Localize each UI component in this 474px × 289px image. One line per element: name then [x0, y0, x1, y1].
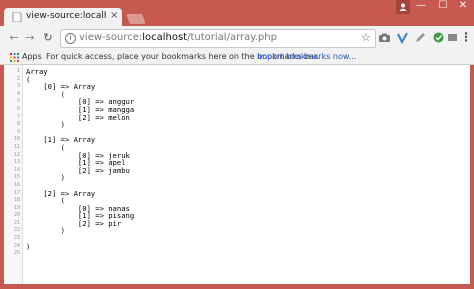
extension-v-icon[interactable]	[396, 31, 409, 44]
line-number: 24	[13, 242, 20, 249]
line-code: )	[26, 241, 31, 251]
line-number: 17	[13, 189, 20, 196]
source-line: 15 )	[4, 174, 470, 182]
line-number: 3	[16, 83, 20, 90]
url-host: localhost	[142, 32, 188, 43]
extension-grey-icon[interactable]	[446, 31, 459, 44]
close-window-button[interactable]: ✕	[452, 0, 474, 14]
source-line: 14 [2] => jambu	[4, 167, 470, 175]
line-number: 21	[13, 219, 20, 226]
new-tab-button[interactable]	[126, 14, 146, 24]
line-number: 22	[13, 227, 20, 234]
info-icon[interactable]: i	[65, 33, 76, 44]
minimize-button[interactable]: —	[410, 0, 432, 14]
line-number: 14	[13, 166, 20, 173]
user-profile-button[interactable]	[396, 0, 410, 14]
line-number: 11	[13, 143, 20, 150]
line-code: )	[26, 226, 65, 236]
back-button[interactable]: ←	[8, 32, 20, 44]
apps-grid-icon[interactable]	[10, 53, 19, 62]
tab-strip: view-source:localhost/tu × — ☐ ✕	[0, 0, 474, 26]
line-number: 18	[13, 197, 20, 204]
extension-green-icon[interactable]	[432, 31, 445, 44]
line-number: 19	[13, 204, 20, 211]
line-number: 25	[13, 250, 20, 257]
apps-link[interactable]: Apps	[22, 52, 42, 61]
line-number: 16	[13, 181, 20, 188]
forward-button[interactable]: →	[24, 32, 36, 44]
maximize-button[interactable]: ☐	[432, 0, 454, 14]
source-view: 1 Array 2(3 [0] => Array 4 (5 [0] => anggur…	[4, 65, 470, 284]
source-line: 7 [2] => melon	[4, 113, 470, 122]
source-lines: 1 Array 2(3 [0] => Array 4 (5 [0] => anggur…	[4, 68, 470, 258]
url-text: view-source:localhost/tutorial/array.php	[79, 32, 277, 43]
line-number: 1	[16, 68, 20, 74]
source-line: 10 [1] => Array	[4, 136, 470, 144]
tab-close-button[interactable]: ×	[110, 10, 118, 21]
line-number: 20	[13, 212, 20, 219]
reload-button[interactable]: ↻	[42, 32, 54, 44]
url-prefix: view-source:	[79, 32, 143, 43]
url-path: /tutorial/array.php	[187, 32, 277, 43]
extension-pen-icon[interactable]	[414, 31, 427, 44]
menu-button[interactable]: ⋮	[460, 31, 472, 45]
source-line: 23	[4, 235, 470, 243]
line-code: )	[26, 120, 65, 130]
line-number: 13	[13, 159, 20, 166]
tab-title: view-source:localhost/tu	[26, 11, 106, 21]
source-line: 8 )	[4, 121, 470, 129]
line-number: 6	[16, 105, 20, 112]
line-number: 2	[16, 75, 20, 82]
source-line: 21 [2] => pir	[4, 220, 470, 228]
line-code: )	[26, 173, 65, 183]
source-line: 25	[4, 250, 470, 258]
source-line: 17 [2] => Array	[4, 189, 470, 198]
camera-icon[interactable]	[378, 31, 391, 44]
import-bookmarks-link[interactable]: Import bookmarks now...	[257, 52, 356, 61]
source-line: 3 [0] => Array	[4, 83, 470, 91]
bookmark-star-icon[interactable]: ☆	[361, 31, 371, 44]
user-icon	[399, 3, 407, 11]
tab-view-source[interactable]: view-source:localhost/tu ×	[4, 8, 122, 26]
bookmarks-bar: Apps For quick access, place your bookma…	[0, 50, 474, 65]
browser-window: view-source:localhost/tu × — ☐ ✕ ← → ↻ i…	[0, 0, 474, 289]
line-number: 7	[16, 113, 20, 120]
toolbar: ← → ↻ i view-source:localhost/tutorial/a…	[0, 26, 474, 50]
source-line: 22 )	[4, 227, 470, 235]
page-icon	[12, 12, 22, 22]
line-number: 15	[13, 174, 20, 181]
source-line: 24)	[4, 243, 470, 251]
line-number: 23	[13, 235, 20, 242]
line-number: 12	[13, 151, 20, 158]
address-bar[interactable]: i view-source:localhost/tutorial/array.p…	[60, 29, 376, 48]
line-number: 9	[16, 128, 20, 135]
line-number: 8	[16, 121, 20, 128]
line-number: 5	[16, 98, 20, 105]
source-line: 1 Array	[4, 68, 470, 76]
line-number: 4	[16, 90, 20, 97]
line-number: 10	[13, 136, 20, 143]
